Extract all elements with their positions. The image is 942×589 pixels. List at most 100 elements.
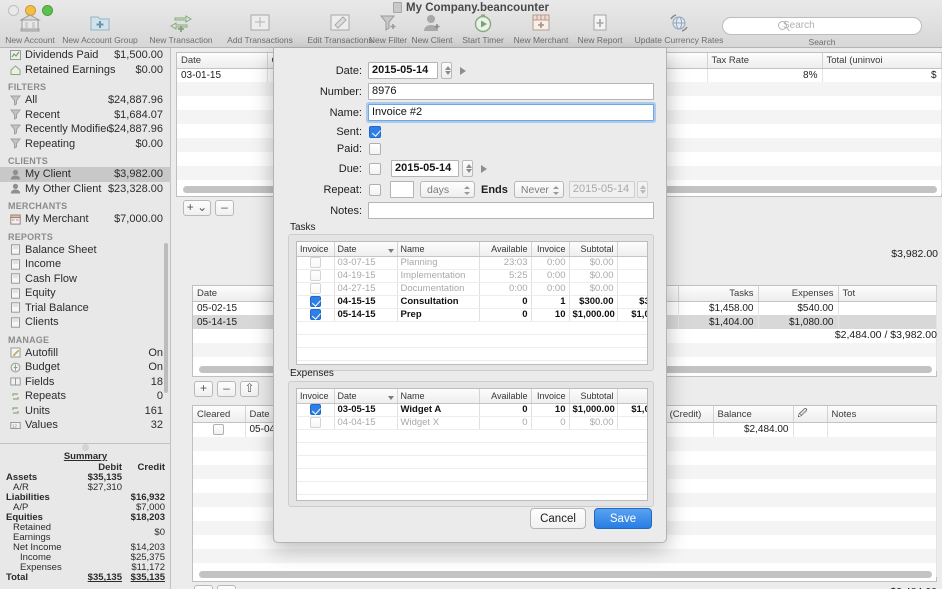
col-total-uninvoiced[interactable]: Total (uninvoi [822,53,942,69]
toolbar-update-currency-rates[interactable]: Update Currency Rates [630,13,728,45]
table-row[interactable] [297,442,647,456]
sidebar-item-trial-balance[interactable]: Trial Balance [0,301,171,316]
col-date[interactable]: Date [193,286,274,302]
col-available[interactable]: Available [479,389,532,404]
sidebar-item-values[interactable]: 12 Values 32 [0,418,171,433]
table-row[interactable] [297,429,647,443]
col-invoice[interactable]: Invoice [297,242,335,257]
cell-invoice-checkbox[interactable] [297,403,335,417]
toolbar-new-report[interactable]: New Report [572,13,628,45]
toolbar-add-transactions[interactable]: Add Transactions [219,13,301,45]
cell-invoice-checkbox[interactable] [297,282,335,296]
tasks-table[interactable]: Invoice Date Name Available Invoice Subt… [296,241,648,365]
cell-invoice-checkbox[interactable] [297,416,335,430]
number-input[interactable]: 8976 [368,83,654,100]
sidebar-item-all[interactable]: All $24,887.96 [0,93,171,108]
col-date[interactable]: Date [334,389,398,404]
mid-remove-button[interactable]: – [217,381,236,397]
col-invoice-qty[interactable]: Invoice [531,389,570,404]
col-tasks[interactable]: Tasks [678,286,759,302]
table-row[interactable] [297,468,647,482]
sidebar-item-my-other-client[interactable]: My Other Client $23,328.00 [0,182,171,197]
bottom-remove-button[interactable]: – [217,585,236,589]
toolbar-new-transaction[interactable]: New Transaction [141,13,221,45]
invoice-checkbox[interactable] [309,282,321,294]
col-invoice-qty[interactable]: Invoice [531,242,570,257]
sidebar-item-equity[interactable]: Equity [0,286,171,301]
col-date[interactable]: Date [177,53,268,69]
sidebar-item-my-merchant[interactable]: My Merchant $7,000.00 [0,212,171,227]
save-button[interactable]: Save [594,508,652,529]
sidebar-item-my-client[interactable]: My Client $3,982.00 [0,167,171,182]
cell-invoice-checkbox[interactable] [297,308,335,322]
invoice-checkbox[interactable] [309,295,321,307]
col-total[interactable]: Tot [838,286,937,302]
col-invoice[interactable]: Invoice [297,389,335,404]
invoice-checkbox[interactable] [309,416,321,428]
table-row[interactable] [297,321,647,335]
horizontal-scrollbar-bottom[interactable] [199,571,932,578]
mid-add-button[interactable]: + [194,381,213,397]
cleared-checkbox[interactable] [213,423,225,435]
sidebar-item-retained-earnings[interactable]: Retained Earnings $0.00 [0,63,171,78]
top-add-menu-button[interactable]: + ⌄ [183,200,211,216]
toolbar-start-timer[interactable]: Start Timer [454,13,512,45]
expenses-table[interactable]: Invoice Date Name Available Invoice Subt… [296,388,648,501]
due-date-input[interactable]: 2015-05-14 [391,160,459,177]
sidebar-item-fields[interactable]: Fields 18 [0,375,171,390]
sidebar-item-clients-report[interactable]: Clients [0,315,171,330]
table-row[interactable]: 03-05-15 Widget A 0 10 $1,000.00 $1,080.… [297,403,647,417]
cancel-button[interactable]: Cancel [530,508,586,529]
invoice-checkbox[interactable] [309,308,321,320]
table-row[interactable]: 03-07-15 Planning 23:03 0:00 $0.00 $0.00 [297,256,647,270]
sent-checkbox[interactable] [369,126,381,138]
sidebar-scrollbar[interactable] [164,243,168,393]
repeat-ends-date-input[interactable]: 2015-05-14 [568,181,635,198]
table-row[interactable]: 05-14-15 Prep 0 10 $1,000.00 $1,080.00 [297,308,647,322]
toolbar-new-client[interactable]: New Client [405,13,459,45]
table-row[interactable] [297,347,647,361]
toolbar-new-merchant[interactable]: New Merchant [508,13,574,45]
due-disclosure-icon[interactable] [481,164,487,173]
sidebar-item-balance-sheet[interactable]: Balance Sheet [0,243,171,258]
date-input[interactable]: 2015-05-14 [368,62,438,79]
sidebar-item-cash-flow[interactable]: Cash Flow [0,272,171,287]
cell-invoice-checkbox[interactable] [297,256,335,270]
cell-cleared[interactable] [193,422,246,437]
col-tax-rate[interactable]: Tax Rate [707,53,823,69]
paid-checkbox[interactable] [369,143,381,155]
sidebar-item-budget[interactable]: Budget On [0,360,171,375]
col-notes[interactable]: Notes [827,406,937,423]
sidebar-item-autofill[interactable]: Autofill On [0,346,171,361]
bottom-add-button[interactable]: + [194,585,213,589]
col-cleared[interactable]: Cleared [193,406,246,423]
date-stepper[interactable] [441,62,452,79]
notes-input[interactable] [368,202,654,219]
table-row[interactable]: 04-27-15 Documentation 0:00 0:00 $0.00 $… [297,282,647,296]
col-name[interactable]: Name [397,389,480,404]
col-total[interactable]: Total [617,389,647,404]
sidebar-item-dividends-paid[interactable]: Dividends Paid $1,500.00 [0,48,171,63]
repeat-checkbox[interactable] [369,183,381,196]
due-checkbox[interactable] [369,162,381,175]
share-icon[interactable]: ⇧ [240,381,259,397]
cell-invoice-checkbox[interactable] [297,269,335,283]
col-name[interactable]: Name [397,242,480,257]
invoice-checkbox[interactable] [309,269,321,281]
table-row[interactable]: 04-04-15 Widget X 0 0 $0.00 $0.00 [297,416,647,430]
repeat-unit-select[interactable]: days [420,181,475,198]
repeat-ends-select[interactable]: Never [513,181,564,198]
col-date[interactable]: Date [334,242,398,257]
table-row[interactable] [297,481,647,495]
cell-invoice-checkbox[interactable] [297,295,335,309]
date-disclosure-icon[interactable] [460,66,466,75]
col-balance[interactable]: Balance [713,406,794,423]
sidebar-item-repeating[interactable]: Repeating $0.00 [0,137,171,152]
repeat-ends-date-stepper[interactable] [636,181,648,198]
col-subtotal[interactable]: Subtotal [569,242,618,257]
sidebar-item-repeats[interactable]: Repeats 0 [0,389,171,404]
col-expenses[interactable]: Expenses [758,286,839,302]
invoice-checkbox[interactable] [309,256,321,268]
due-date-stepper[interactable] [462,160,473,177]
search-input[interactable]: Search [722,17,922,35]
